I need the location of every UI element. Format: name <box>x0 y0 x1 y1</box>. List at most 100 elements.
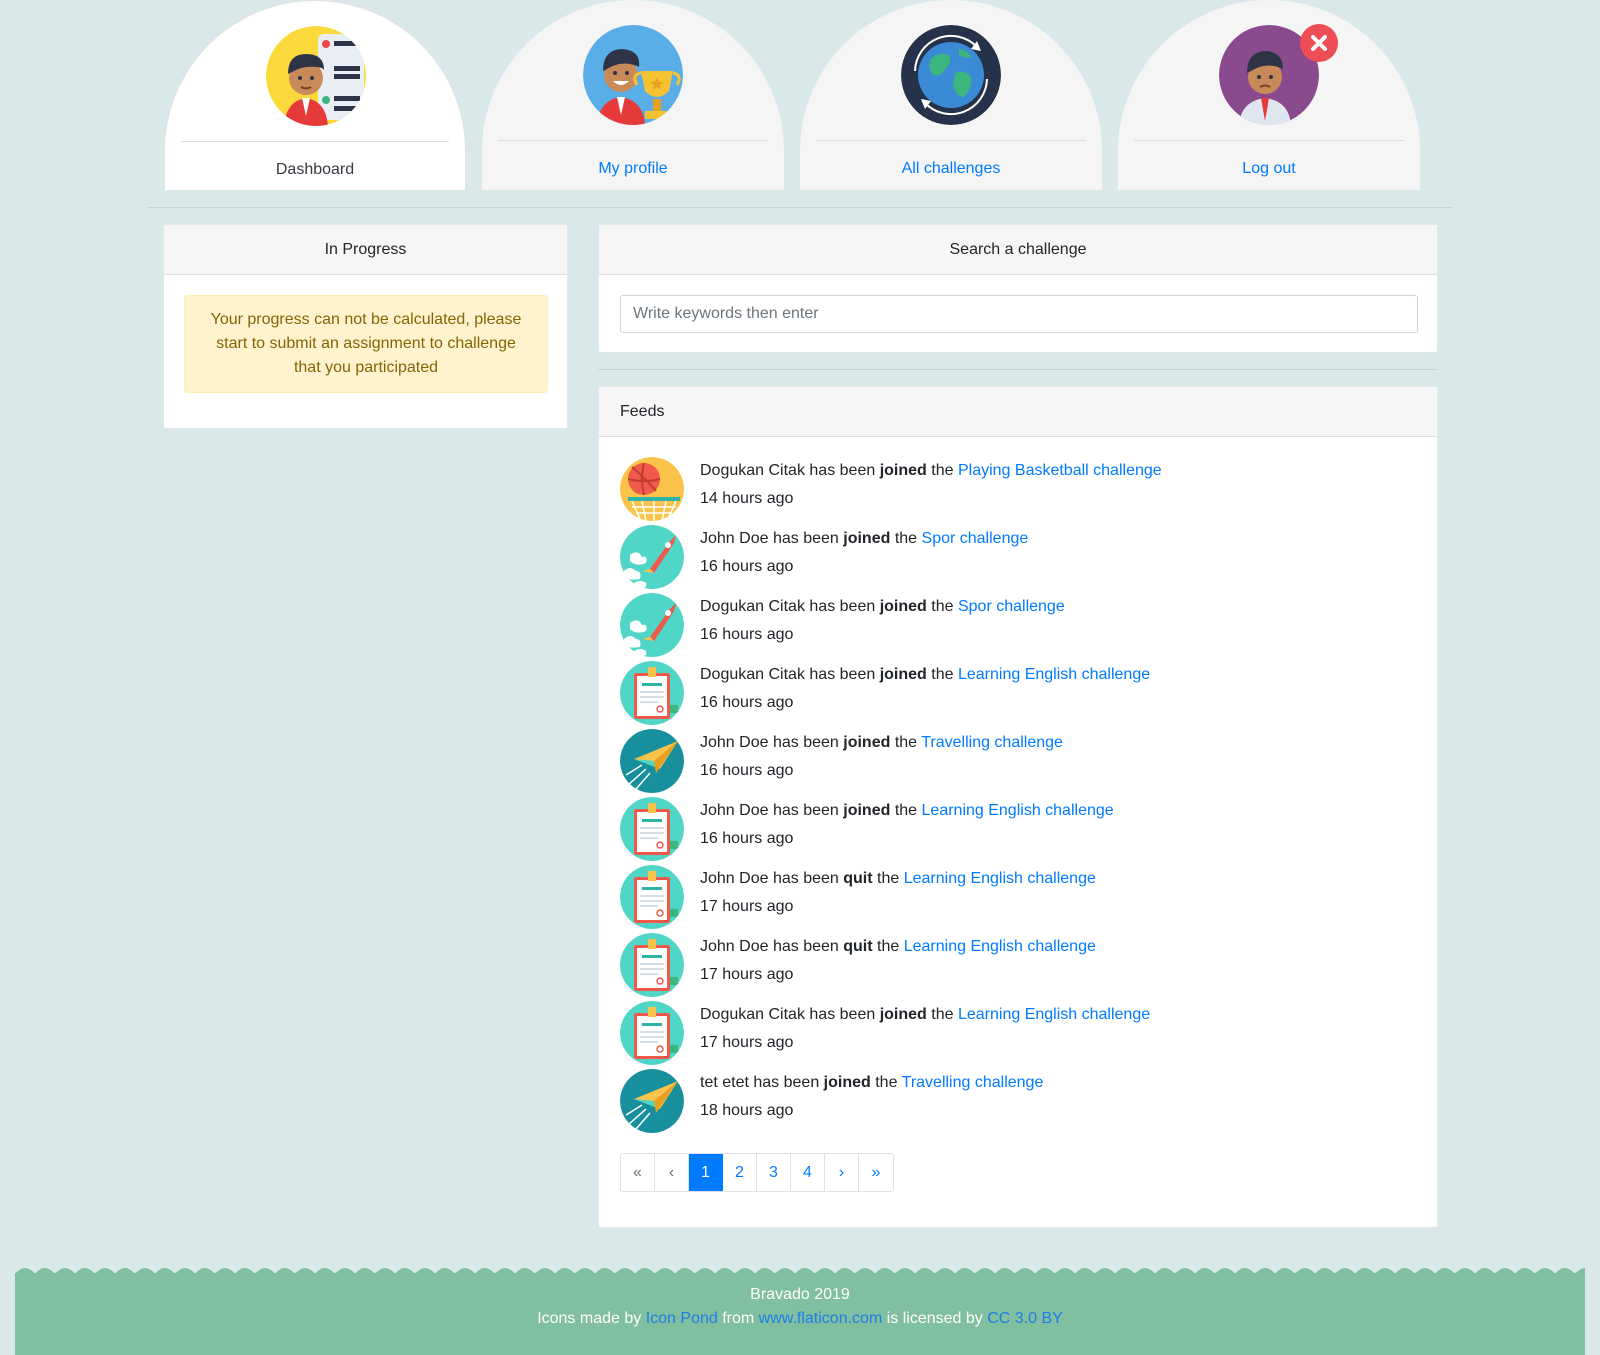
feed-mid: the <box>875 1074 898 1091</box>
footer-credits: Icons made by Icon Pond from www.flatico… <box>15 1307 1585 1331</box>
feed-challenge-link[interactable]: Learning English challenge <box>922 802 1114 819</box>
feed-action: quit <box>843 938 873 955</box>
progress-alert: Your progress can not be calculated, ple… <box>184 295 548 393</box>
feed-action: joined <box>823 1074 871 1091</box>
feed-action: joined <box>879 666 927 683</box>
rocket-icon <box>620 593 684 657</box>
rocket-icon <box>620 525 684 589</box>
basketball-icon <box>620 457 684 521</box>
feed-item: Dogukan Citak has been joined the Learni… <box>620 661 1420 729</box>
profile-trophy-avatar-icon <box>583 25 683 125</box>
tab-label-all-challenges: All challenges <box>901 160 1001 177</box>
pagination: « ‹ 1 2 3 4 › » <box>620 1153 894 1192</box>
pagination-page-2[interactable]: 2 <box>723 1154 757 1191</box>
feed-time: 16 hours ago <box>700 558 794 575</box>
pagination-page-3[interactable]: 3 <box>757 1154 791 1191</box>
feed-text: Dogukan Citak has been joined the Spor c… <box>700 597 1065 617</box>
pagination-last-button[interactable]: » <box>859 1154 893 1191</box>
footer-credits-prefix: Icons made by <box>537 1310 642 1327</box>
footer-licensed-text: is licensed by <box>886 1310 983 1327</box>
search-card: Search a challenge <box>598 224 1438 353</box>
feed-pre: has been <box>772 530 839 547</box>
certificate-icon <box>620 933 684 997</box>
feed-mid: the <box>894 734 918 751</box>
feed-challenge-link[interactable]: Travelling challenge <box>902 1074 1044 1091</box>
certificate-icon <box>620 865 684 929</box>
nav-tab-dashboard[interactable]: Dashboard <box>164 0 466 190</box>
feed-pre: has been <box>772 938 839 955</box>
feed-time: 18 hours ago <box>700 1102 794 1119</box>
icon-pond-link[interactable]: Icon Pond <box>646 1310 718 1327</box>
feed-user: John Doe <box>700 734 769 751</box>
feed-item: John Doe has been quit the Learning Engl… <box>620 933 1420 1001</box>
feed-item: Dogukan Citak has been joined the Playin… <box>620 457 1420 525</box>
feed-challenge-link[interactable]: Learning English challenge <box>958 666 1150 683</box>
feed-challenge-link[interactable]: Playing Basketball challenge <box>958 462 1162 479</box>
feed-mid: the <box>931 462 954 479</box>
license-link[interactable]: CC 3.0 BY <box>987 1310 1063 1327</box>
flaticon-link[interactable]: www.flaticon.com <box>759 1310 883 1327</box>
feed-text: Dogukan Citak has been joined the Playin… <box>700 461 1162 481</box>
feed-mid: the <box>931 1006 954 1023</box>
nav-tab-log-out[interactable]: Log out <box>1118 0 1420 190</box>
feed-mid: the <box>877 938 900 955</box>
feed-user: Dogukan Citak <box>700 598 805 615</box>
feed-pre: has been <box>772 802 839 819</box>
nav-tab-all-challenges[interactable]: All challenges <box>800 0 1102 190</box>
feed-time: 16 hours ago <box>700 694 794 711</box>
feed-challenge-link[interactable]: Learning English challenge <box>904 938 1096 955</box>
feed-mid: the <box>877 870 900 887</box>
feed-pre: has been <box>753 1074 820 1091</box>
feed-action: joined <box>879 598 927 615</box>
feed-challenge-link[interactable]: Learning English challenge <box>904 870 1096 887</box>
feed-item: Dogukan Citak has been joined the Spor c… <box>620 593 1420 661</box>
feed-text: John Doe has been joined the Travelling … <box>700 733 1063 753</box>
feed-user: John Doe <box>700 870 769 887</box>
pagination-page-1[interactable]: 1 <box>689 1154 723 1191</box>
tab-divider <box>816 140 1086 141</box>
feed-action: joined <box>879 1006 927 1023</box>
feed-pre: has been <box>809 598 876 615</box>
feed-action: quit <box>843 870 873 887</box>
feed-item: Dogukan Citak has been joined the Learni… <box>620 1001 1420 1069</box>
in-progress-card: In Progress Your progress can not be cal… <box>163 224 568 429</box>
feed-challenge-link[interactable]: Spor challenge <box>922 530 1029 547</box>
feed-item: tet etet has been joined the Travelling … <box>620 1069 1420 1137</box>
feeds-card: Feeds Dogukan Citak has been joined the … <box>598 386 1438 1228</box>
feed-action: joined <box>843 530 891 547</box>
certificate-icon <box>620 661 684 725</box>
pagination-next-button[interactable]: › <box>825 1154 859 1191</box>
search-input[interactable] <box>620 295 1418 333</box>
feed-user: John Doe <box>700 802 769 819</box>
feed-challenge-link[interactable]: Learning English challenge <box>958 1006 1150 1023</box>
feed-pre: has been <box>772 734 839 751</box>
feed-pre: has been <box>809 462 876 479</box>
paper-plane-icon <box>620 1069 684 1133</box>
pagination-prev-button[interactable]: ‹ <box>655 1154 689 1191</box>
dashboard-avatar-icon <box>266 26 366 126</box>
feed-user: tet etet <box>700 1074 749 1091</box>
tab-label-my-profile: My profile <box>598 160 668 177</box>
close-badge-icon <box>1300 24 1338 62</box>
feed-user: John Doe <box>700 530 769 547</box>
feed-list: Dogukan Citak has been joined the Playin… <box>620 457 1420 1137</box>
pagination-first-button[interactable]: « <box>621 1154 655 1191</box>
feed-user: Dogukan Citak <box>700 666 805 683</box>
feed-challenge-link[interactable]: Spor challenge <box>958 598 1065 615</box>
feed-item: John Doe has been joined the Learning En… <box>620 797 1420 865</box>
feed-user: Dogukan Citak <box>700 462 805 479</box>
footer-copyright: Bravado 2019 <box>750 1286 850 1303</box>
feed-action: joined <box>843 802 891 819</box>
feed-time: 17 hours ago <box>700 1034 794 1051</box>
feed-mid: the <box>894 802 918 819</box>
feed-challenge-link[interactable]: Travelling challenge <box>921 734 1063 751</box>
footer-from-text: from <box>722 1310 755 1327</box>
feed-action: joined <box>843 734 891 751</box>
certificate-icon <box>620 797 684 861</box>
header-divider <box>148 207 1452 208</box>
content-divider <box>598 369 1438 370</box>
pagination-page-4[interactable]: 4 <box>791 1154 825 1191</box>
tab-divider <box>1134 140 1404 141</box>
feed-text: John Doe has been joined the Learning En… <box>700 801 1114 821</box>
nav-tab-my-profile[interactable]: My profile <box>482 0 784 190</box>
